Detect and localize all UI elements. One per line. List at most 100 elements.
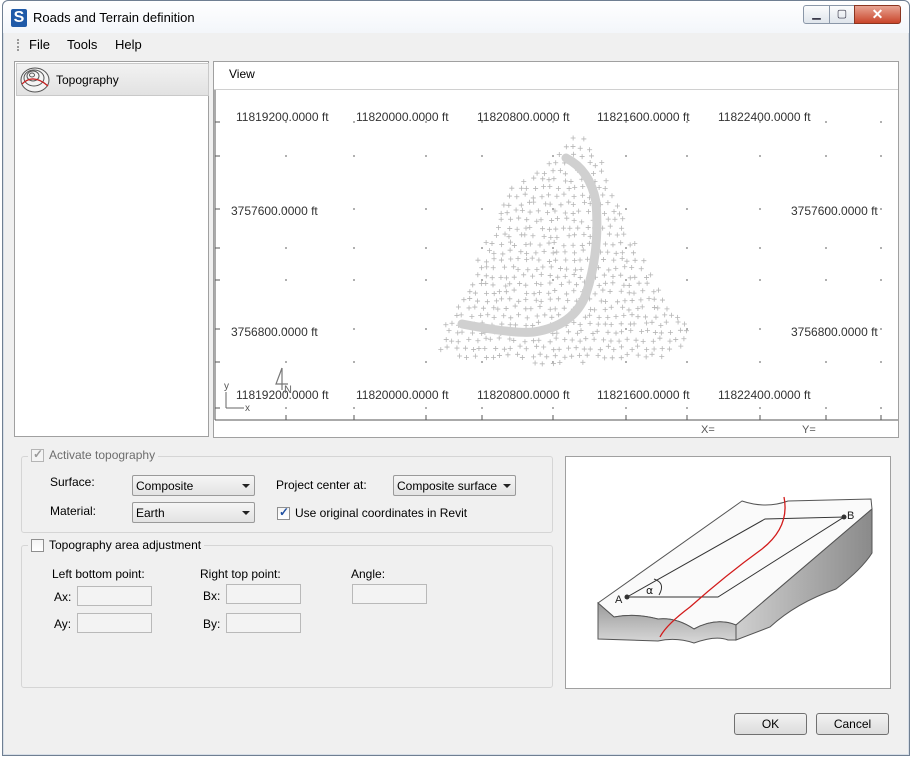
terrain-point (493, 232, 499, 238)
axis-x-label: x (245, 403, 250, 414)
area-adjustment-checkbox[interactable]: Topography area adjustment (28, 538, 205, 552)
terrain-point (496, 289, 502, 295)
terrain-point (483, 273, 489, 279)
menu-bar: File Tools Help (11, 33, 901, 57)
grid-dot (425, 328, 427, 330)
terrain-point (536, 290, 542, 296)
terrain-point (619, 329, 625, 335)
by-label: By: (203, 617, 221, 631)
terrain-point (618, 288, 624, 294)
terrain-point (629, 312, 635, 318)
terrain-point (484, 264, 490, 270)
ay-input[interactable] (77, 613, 152, 633)
terrain-point (619, 225, 625, 231)
terrain-point (536, 257, 542, 263)
terrain-point (641, 258, 647, 264)
terrain-point (501, 346, 507, 352)
terrain-point (463, 354, 469, 360)
terrain-point (620, 216, 626, 222)
terrain-point (629, 298, 635, 304)
terrain-point (562, 210, 568, 216)
terrain-point (555, 274, 561, 280)
view-panel[interactable]: View 11819200.0000 ft 11820000.0000 ft 1… (213, 61, 899, 438)
terrain-point (567, 225, 573, 231)
terrain-point (527, 241, 533, 247)
area-adjustment-check-icon[interactable] (31, 538, 44, 552)
by-input[interactable] (226, 613, 301, 633)
terrain-point (554, 330, 560, 336)
use-original-coordinates-checkbox[interactable]: Use original coordinates in Revit (277, 505, 467, 520)
terrain-point (669, 312, 675, 318)
menu-tools[interactable]: Tools (67, 37, 97, 52)
grid-dot (686, 407, 688, 409)
terrain-point (646, 296, 652, 302)
grid-dot (481, 208, 483, 210)
grid-dot (552, 407, 554, 409)
activate-topography-check-icon[interactable] (31, 447, 44, 462)
ok-button[interactable]: OK (734, 713, 807, 735)
cancel-button[interactable]: Cancel (816, 713, 889, 735)
top-x-label: 11820800.0000 ft (477, 110, 570, 124)
terrain-point (616, 338, 622, 344)
terrain-point (624, 258, 630, 264)
terrain-point (614, 232, 620, 238)
angle-alpha-label: α (646, 584, 653, 597)
grid-dot (880, 279, 882, 281)
terrain-point (490, 282, 496, 288)
terrain-point (523, 241, 529, 247)
terrain-point (632, 240, 638, 246)
terrain-point (524, 251, 530, 257)
terrain-point (503, 305, 509, 311)
terrain-point (627, 275, 633, 281)
terrain-point (635, 306, 641, 312)
project-center-select[interactable]: Composite surface ge (393, 475, 516, 496)
material-select[interactable]: Earth (132, 502, 255, 523)
terrain-point (552, 353, 558, 359)
terrain-point (467, 289, 473, 295)
terrain-point (491, 256, 497, 262)
terrain-point (571, 288, 577, 294)
terrain-point (584, 352, 590, 358)
terrain-point (629, 347, 635, 353)
terrain-point (547, 306, 553, 312)
menu-file[interactable]: File (29, 37, 50, 52)
terrain-point (618, 355, 624, 361)
terrain-point (466, 336, 472, 342)
tree-item-topography[interactable]: Topography (16, 63, 209, 96)
angle-input[interactable] (352, 584, 427, 604)
activate-topography-checkbox[interactable]: Activate topography (28, 447, 159, 462)
bx-input[interactable] (226, 584, 301, 604)
grid-dot (285, 247, 287, 249)
terrain-point (612, 216, 618, 222)
terrain-point (541, 184, 547, 190)
terrain-point (618, 240, 624, 246)
terrain-point (644, 347, 650, 353)
surface-select[interactable]: Composite (132, 475, 255, 496)
terrain-point (521, 179, 527, 185)
menu-help[interactable]: Help (115, 37, 142, 52)
terrain-point (508, 315, 514, 321)
terrain-point (570, 135, 576, 141)
surface-select-value: Composite (136, 479, 194, 493)
close-button[interactable]: ✕ (854, 5, 901, 24)
minimize-button[interactable]: ▁ (803, 5, 830, 24)
terrain-point (478, 312, 484, 318)
terrain-point (497, 352, 503, 358)
title-bar[interactable]: S Roads and Terrain definition ▁ ▢ ✕ (3, 1, 909, 33)
terrain-point (523, 282, 529, 288)
terrain-point (511, 264, 517, 270)
chevron-down-icon (242, 511, 250, 515)
maximize-button[interactable]: ▢ (829, 5, 855, 24)
terrain-point (608, 304, 614, 310)
terrain-point (585, 209, 591, 215)
terrain-point (459, 329, 465, 335)
terrain-point (503, 275, 509, 281)
plan-view-canvas[interactable]: 11819200.0000 ft 11820000.0000 ft 118208… (214, 62, 898, 437)
ax-input[interactable] (77, 586, 152, 606)
terrain-point (553, 226, 559, 232)
terrain-point (513, 207, 519, 213)
terrain-point (594, 328, 600, 334)
terrain-point (523, 225, 529, 231)
terrain-point (621, 282, 627, 288)
use-original-check-icon[interactable] (277, 505, 290, 520)
